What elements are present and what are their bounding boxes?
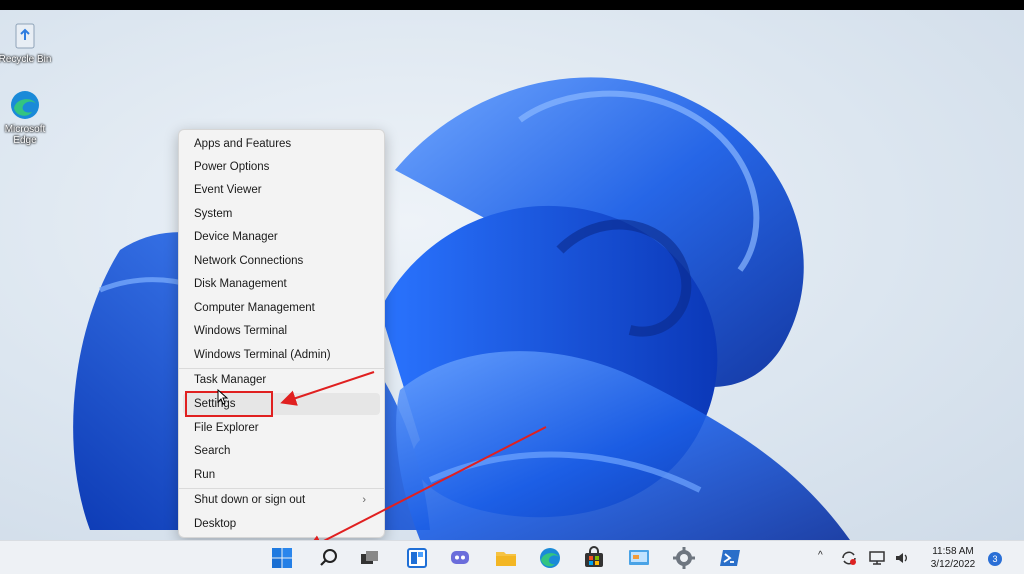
- menu-item-disk-management[interactable]: Disk Management: [183, 273, 380, 295]
- desktop-icon-edge[interactable]: Microsoft Edge: [0, 88, 56, 146]
- wallpaper-bloom: [0, 10, 1024, 540]
- settings-highlight-box: [185, 391, 273, 417]
- edge-icon[interactable]: [538, 546, 562, 570]
- winx-context-menu: Apps and Features Power Options Event Vi…: [178, 129, 385, 538]
- windows-start-icon[interactable]: [270, 546, 294, 570]
- search-icon[interactable]: [317, 546, 341, 570]
- top-black-bar: [0, 0, 1024, 10]
- taskbar: ^ 11:58 AM 3/12/2022 3: [0, 540, 1024, 574]
- file-explorer-icon[interactable]: [494, 546, 518, 570]
- menu-item-device-manager[interactable]: Device Manager: [183, 226, 380, 248]
- task-view-icon[interactable]: [357, 546, 381, 570]
- menu-item-file-explorer[interactable]: File Explorer: [183, 417, 380, 439]
- menu-item-windows-terminal-admin[interactable]: Windows Terminal (Admin): [183, 344, 380, 366]
- menu-item-event-viewer[interactable]: Event Viewer: [183, 179, 380, 201]
- mouse-cursor-icon: [217, 389, 229, 405]
- powershell-icon[interactable]: [718, 546, 742, 570]
- control-panel-icon[interactable]: [627, 546, 651, 570]
- menu-item-network-connections[interactable]: Network Connections: [183, 250, 380, 272]
- menu-item-task-manager[interactable]: Task Manager: [183, 369, 380, 391]
- recycle-bin-icon: [8, 18, 42, 52]
- desktop-icon-label: Microsoft Edge: [4, 124, 46, 146]
- onedrive-sync-icon[interactable]: [839, 548, 859, 568]
- menu-item-shut-down[interactable]: Shut down or sign out ›: [183, 489, 380, 511]
- menu-item-run[interactable]: Run: [183, 464, 380, 486]
- chat-icon[interactable]: [448, 546, 472, 570]
- menu-item-search[interactable]: Search: [183, 440, 380, 462]
- network-icon[interactable]: [868, 548, 888, 568]
- clock-date: 3/12/2022: [930, 559, 976, 570]
- chevron-right-icon: ›: [362, 494, 366, 506]
- menu-item-system[interactable]: System: [183, 203, 380, 225]
- notification-badge[interactable]: 3: [988, 552, 1002, 566]
- store-icon[interactable]: [582, 546, 606, 570]
- clock[interactable]: 11:58 AM 3/12/2022: [922, 545, 984, 571]
- desktop-icon-label: Recycle Bin: [0, 54, 52, 65]
- bloom-art: [73, 77, 850, 540]
- menu-item-power-options[interactable]: Power Options: [183, 156, 380, 178]
- volume-icon[interactable]: [893, 548, 913, 568]
- menu-item-desktop[interactable]: Desktop: [183, 513, 380, 535]
- clock-time: 11:58 AM: [932, 546, 974, 557]
- show-hidden-icons-chevron[interactable]: ^: [818, 550, 823, 574]
- settings-gear-icon[interactable]: [672, 546, 696, 570]
- menu-item-computer-management[interactable]: Computer Management: [183, 297, 380, 319]
- edge-icon: [8, 88, 42, 122]
- menu-item-label: Shut down or sign out: [194, 494, 306, 506]
- desktop-icon-recycle-bin[interactable]: Recycle Bin: [0, 18, 56, 65]
- menu-item-apps-and-features[interactable]: Apps and Features: [183, 133, 380, 155]
- widgets-icon[interactable]: [405, 546, 429, 570]
- desktop-screen: Recycle Bin Microsoft Edge Apps and Feat…: [0, 0, 1024, 574]
- menu-item-windows-terminal[interactable]: Windows Terminal: [183, 320, 380, 342]
